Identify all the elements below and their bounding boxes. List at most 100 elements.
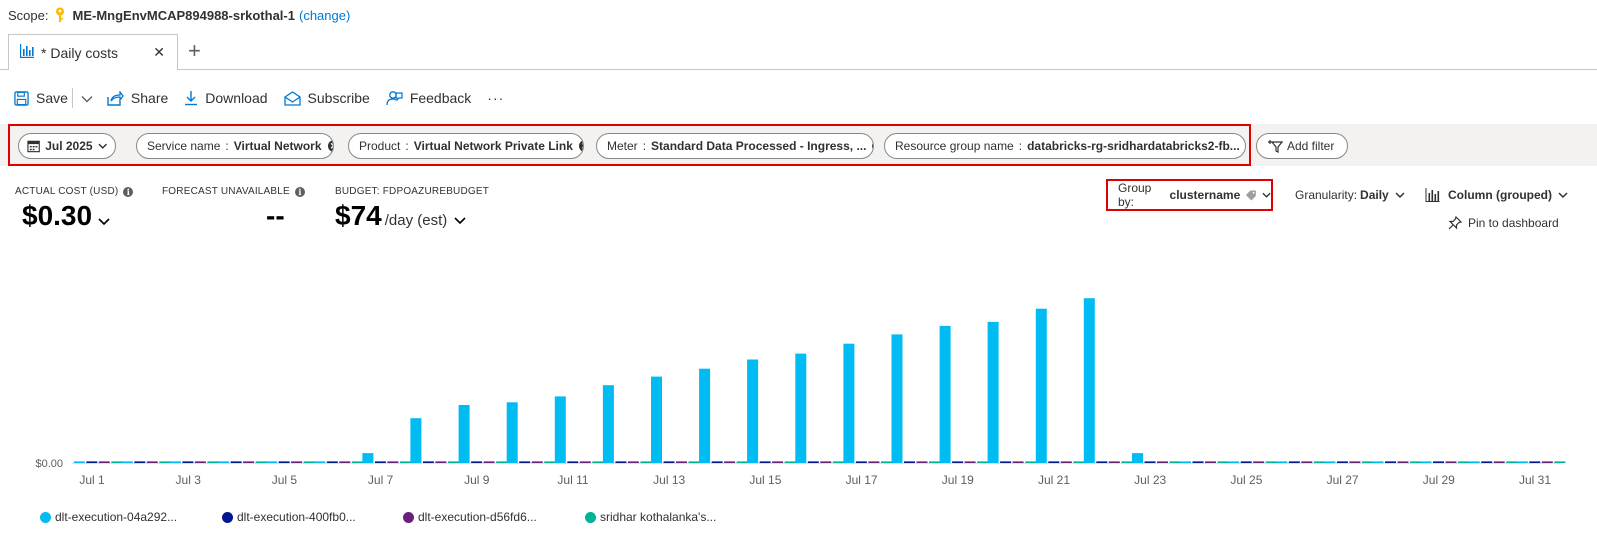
info-icon[interactable]: i — [294, 186, 305, 197]
chart-bar[interactable] — [169, 461, 181, 463]
remove-filter-icon[interactable]: ✕ — [327, 140, 333, 152]
chart-bar[interactable] — [795, 353, 807, 463]
chart-bar[interactable] — [1420, 461, 1432, 463]
chart-bar[interactable] — [351, 461, 363, 463]
chart-bar[interactable] — [1410, 461, 1421, 463]
chart-bar[interactable] — [1012, 461, 1024, 463]
chart-bar[interactable] — [891, 334, 903, 463]
chart-bar[interactable] — [1108, 461, 1120, 463]
chart-bar[interactable] — [784, 461, 796, 463]
more-options-button[interactable]: ··· — [487, 90, 504, 106]
chart-bar[interactable] — [1276, 461, 1288, 463]
chart-bar[interactable] — [579, 461, 591, 463]
chart-bar[interactable] — [602, 385, 614, 463]
chart-bar[interactable] — [929, 461, 940, 463]
chart-bar[interactable] — [964, 461, 976, 463]
date-range-picker[interactable]: Jul 2025 — [18, 133, 116, 159]
chart-bar[interactable] — [1169, 461, 1181, 463]
add-tab-button[interactable]: + — [188, 40, 201, 62]
pin-to-dashboard-button[interactable]: Pin to dashboard — [1448, 216, 1559, 230]
chart-bar[interactable] — [1445, 461, 1457, 463]
chart-bar[interactable] — [243, 461, 255, 463]
chart-bar[interactable] — [880, 461, 892, 463]
chart-bar[interactable] — [447, 461, 459, 463]
chart-bar[interactable] — [496, 461, 508, 463]
chart-bar[interactable] — [663, 461, 675, 463]
chart-bar[interactable] — [266, 461, 278, 463]
remove-filter-icon[interactable]: ✕ — [578, 140, 583, 152]
tab-daily-costs[interactable]: * Daily costs ✕ — [8, 34, 178, 70]
budget-metric[interactable]: BUDGET: FDPOAZUREBUDGET $74 /day (est) — [335, 186, 489, 232]
chart-bar[interactable] — [939, 325, 951, 463]
subscribe-button[interactable]: Subscribe — [283, 90, 370, 106]
chart-bar[interactable] — [1253, 461, 1265, 463]
chart-bar[interactable] — [1516, 461, 1528, 463]
chart-bar[interactable] — [230, 461, 242, 463]
filter-pill-meter[interactable]: Meter: Standard Data Processed - Ingress,… — [596, 133, 874, 159]
chart-bar[interactable] — [1313, 461, 1325, 463]
download-button[interactable]: Download — [184, 90, 268, 106]
chart-bar[interactable] — [255, 461, 267, 463]
chart-bar[interactable] — [303, 461, 315, 463]
info-icon[interactable]: i — [123, 186, 134, 197]
chart-bar[interactable] — [1132, 453, 1143, 463]
chart-bar[interactable] — [1385, 461, 1396, 463]
chart-bar[interactable] — [688, 461, 700, 463]
chart-bar[interactable] — [640, 461, 652, 463]
chart-bar[interactable] — [759, 461, 771, 463]
chart-bar[interactable] — [146, 461, 158, 463]
chart-bar[interactable] — [699, 368, 711, 463]
chart-bar[interactable] — [1073, 461, 1085, 463]
chart-bar[interactable] — [326, 461, 338, 463]
chart-bar[interactable] — [1458, 461, 1469, 463]
legend-item-series1[interactable]: dlt-execution-04a292... — [40, 510, 177, 524]
chart-bar[interactable] — [868, 461, 880, 463]
chart-bar[interactable] — [736, 461, 748, 463]
chart-bar[interactable] — [1554, 461, 1566, 463]
chart-bar[interactable] — [1506, 461, 1518, 463]
chart-bar[interactable] — [747, 359, 759, 464]
chart-bar[interactable] — [399, 461, 411, 463]
filter-pill-product[interactable]: Product:Virtual Network Private Link ✕ — [348, 133, 584, 159]
chart-bar[interactable] — [531, 461, 543, 463]
chart-bar[interactable] — [218, 461, 230, 463]
chart-bar[interactable] — [1025, 461, 1037, 463]
chart-bar[interactable] — [1060, 461, 1072, 463]
legend-item-series2[interactable]: dlt-execution-400fb0... — [222, 510, 356, 524]
chart-bar[interactable] — [1180, 461, 1191, 463]
chart-bar[interactable] — [1265, 461, 1277, 463]
granularity-selector[interactable]: Granularity: Daily — [1295, 188, 1405, 202]
group-by-selector[interactable]: Group by: clustername — [1106, 179, 1273, 211]
chart-bar[interactable] — [422, 461, 434, 463]
chart-bar[interactable] — [1048, 461, 1060, 463]
chart-bar[interactable] — [291, 461, 303, 463]
chart-bar[interactable] — [111, 461, 123, 463]
chart-bar[interactable] — [1349, 461, 1361, 463]
chart-bar[interactable] — [843, 343, 855, 463]
chart-bar[interactable] — [1000, 461, 1012, 463]
chart-bar[interactable] — [1324, 461, 1336, 463]
chart-bar[interactable] — [1397, 461, 1409, 463]
chart-bar[interactable] — [1468, 461, 1480, 463]
chart-bar[interactable] — [374, 461, 386, 463]
add-filter-button[interactable]: Add filter — [1256, 133, 1348, 159]
chart-bar[interactable] — [1529, 461, 1541, 463]
legend-item-series3[interactable]: dlt-execution-d56fd6... — [403, 510, 537, 524]
chart-bar[interactable] — [916, 461, 928, 463]
chart-bar[interactable] — [544, 461, 556, 463]
save-button[interactable]: Save — [14, 90, 68, 106]
chart-bar[interactable] — [1144, 461, 1156, 463]
chart-bar[interactable] — [832, 461, 844, 463]
change-scope-link[interactable]: (change) — [299, 8, 350, 23]
chart-bar[interactable] — [1433, 461, 1444, 463]
chart-bar[interactable] — [1205, 461, 1216, 463]
chart-bar[interactable] — [1372, 461, 1384, 463]
chart-bar[interactable] — [506, 402, 518, 463]
chart-bar[interactable] — [134, 461, 146, 463]
chart-bar[interactable] — [1192, 461, 1204, 463]
chart-type-selector[interactable]: Column (grouped) — [1425, 188, 1568, 202]
save-options-chevron-icon[interactable] — [81, 91, 93, 106]
filter-pill-resource-group[interactable]: Resource group name: databricks-rg-sridha… — [884, 133, 1246, 159]
share-button[interactable]: Share — [107, 90, 168, 106]
chart-bar[interactable] — [820, 461, 832, 463]
